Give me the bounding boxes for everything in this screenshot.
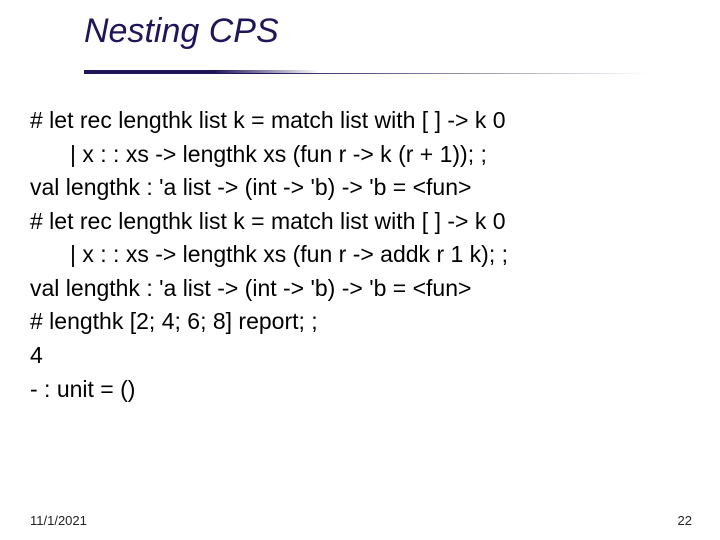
code-body: # let rec lengthk list k = match list wi…: [30, 104, 696, 406]
title-block: Nesting CPS: [84, 12, 680, 51]
code-line: # let rec lengthk list k = match list wi…: [30, 205, 696, 239]
code-line: val lengthk : 'a list -> (int -> 'b) -> …: [30, 272, 696, 306]
code-line: # lengthk [2; 4; 6; 8] report; ;: [30, 305, 696, 339]
code-line: val lengthk : 'a list -> (int -> 'b) -> …: [30, 171, 696, 205]
code-line: # let rec lengthk list k = match list wi…: [30, 104, 696, 138]
footer-date: 11/1/2021: [30, 513, 87, 528]
slide: Nesting CPS # let rec lengthk list k = m…: [0, 0, 720, 540]
code-line: - : unit = (): [30, 373, 696, 407]
code-line: | x : : xs -> lengthk xs (fun r -> addk …: [30, 238, 696, 272]
title-underline-thin: [84, 73, 680, 74]
code-line: | x : : xs -> lengthk xs (fun r -> k (r …: [30, 138, 696, 172]
slide-title: Nesting CPS: [84, 12, 680, 51]
code-line: 4: [30, 339, 696, 373]
footer-page-number: 22: [678, 513, 692, 528]
